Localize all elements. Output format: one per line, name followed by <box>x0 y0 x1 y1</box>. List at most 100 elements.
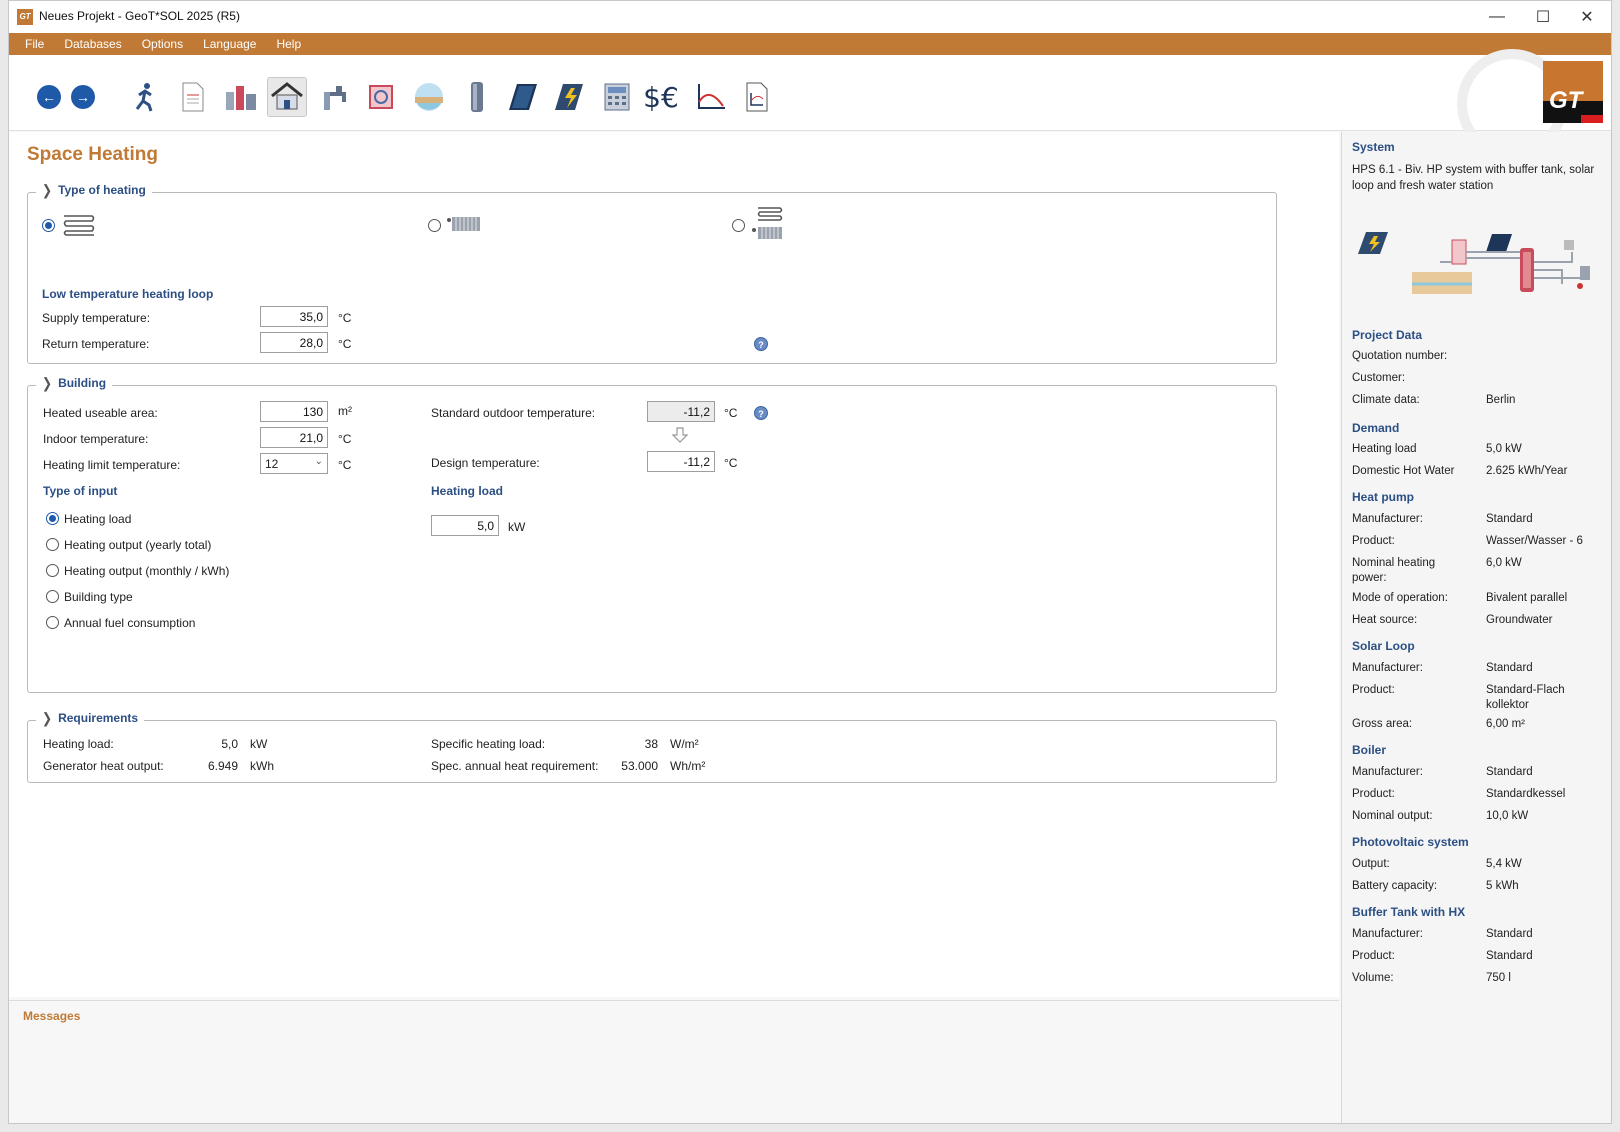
side-boiler-heading: Boiler <box>1352 743 1387 757</box>
return-temperature-input[interactable]: 28,0 <box>260 332 328 353</box>
toolbar-pv-button[interactable] <box>549 77 589 117</box>
menu-language[interactable]: Language <box>193 37 266 51</box>
outdoor-temperature-unit: °C <box>724 406 738 420</box>
input-monthly-label[interactable]: Heating output (monthly / kWh) <box>64 564 229 578</box>
side-boiler-product-label: Product: <box>1352 788 1395 800</box>
supply-temperature-input[interactable]: 35,0 <box>260 306 328 327</box>
supply-temperature-label: Supply temperature: <box>42 311 151 325</box>
heating-load-title: Heating load <box>431 484 504 498</box>
side-hp-source-value: Groundwater <box>1486 614 1553 626</box>
help-icon[interactable]: ? <box>754 406 768 420</box>
side-customer-label: Customer: <box>1352 372 1406 384</box>
toolbar-chart-button[interactable] <box>691 77 731 117</box>
summary-side-panel: System HPS 6.1 - Biv. HP system with buf… <box>1341 132 1611 1123</box>
menu-options[interactable]: Options <box>132 37 193 51</box>
input-monthly-radio[interactable] <box>46 564 59 577</box>
side-bt-product-label: Product: <box>1352 950 1395 962</box>
toolbar-hot-water-button[interactable] <box>315 77 355 117</box>
toolbar-space-heating-button[interactable] <box>267 77 307 117</box>
system-schematic-image <box>1358 232 1590 294</box>
side-boiler-output-label: Nominal output: <box>1352 810 1433 822</box>
input-heating-load-label[interactable]: Heating load <box>64 512 131 526</box>
return-temperature-label: Return temperature: <box>42 337 150 351</box>
menu-help[interactable]: Help <box>266 37 311 51</box>
req-specific-value: 38 <box>644 737 658 751</box>
chevron-right-icon: ❯ <box>42 709 53 727</box>
side-heating-load-value: 5,0 kW <box>1486 443 1522 455</box>
heating-load-input[interactable]: 5,0 <box>431 515 499 536</box>
help-icon[interactable]: ? <box>754 337 768 351</box>
toolbar-system-button[interactable] <box>125 77 165 117</box>
menu-file[interactable]: File <box>15 37 54 51</box>
input-yearly-total-label[interactable]: Heating output (yearly total) <box>64 538 211 552</box>
input-yearly-total-radio[interactable] <box>46 538 59 551</box>
design-temperature-label: Design temperature: <box>431 456 540 470</box>
toolbar-economics-button[interactable]: $€ <box>641 77 681 117</box>
side-climate-value: Berlin <box>1486 394 1516 406</box>
heating-load-unit: kW <box>508 520 526 534</box>
req-annual-value: 53.000 <box>621 759 658 773</box>
indoor-temperature-input[interactable]: 21,0 <box>260 427 328 448</box>
side-dhw-value: 2.625 kWh/Year <box>1486 465 1568 477</box>
arrow-left-icon: ← <box>37 85 61 109</box>
design-temperature-unit: °C <box>724 456 738 470</box>
requirements-legend[interactable]: ❯ Requirements <box>36 709 145 727</box>
report-icon <box>746 82 768 112</box>
heated-area-unit: m² <box>338 404 352 418</box>
side-hp-manufacturer-label: Manufacturer: <box>1352 513 1423 525</box>
type-of-heating-title: Type of heating <box>58 183 146 197</box>
floor-and-radiator-icon <box>752 207 783 239</box>
toolbar-heat-source-button[interactable] <box>409 77 449 117</box>
side-hp-power-value: 6,0 kW <box>1486 557 1522 569</box>
menu-databases[interactable]: Databases <box>54 37 131 51</box>
maximize-button[interactable]: ☐ <box>1521 3 1565 31</box>
side-buffer-heading: Buffer Tank with HX <box>1352 905 1466 919</box>
side-quotation-label: Quotation number: <box>1352 350 1448 362</box>
house-icon <box>271 82 303 110</box>
side-dhw-label: Domestic Hot Water <box>1352 465 1455 477</box>
heating-type-floor-radio[interactable] <box>42 219 55 232</box>
side-hp-mode-label: Mode of operation: <box>1352 592 1448 604</box>
toolbar-results-button[interactable] <box>597 77 637 117</box>
toolbar-heat-pump-button[interactable] <box>361 77 401 117</box>
building-legend[interactable]: ❯ Building <box>36 375 113 391</box>
heated-area-input[interactable]: 130 <box>260 401 328 422</box>
input-building-type-radio[interactable] <box>46 590 59 603</box>
building-title: Building <box>58 376 107 390</box>
close-button[interactable]: ✕ <box>1565 3 1609 31</box>
input-building-type-label[interactable]: Building type <box>64 590 133 604</box>
toolbar-project-button[interactable] <box>173 77 213 117</box>
storage-tank-icon <box>471 82 483 112</box>
type-of-heating-legend[interactable]: ❯ Type of heating <box>36 182 152 198</box>
side-sl-area-label: Gross area: <box>1352 718 1413 730</box>
side-bt-manufacturer-label: Manufacturer: <box>1352 928 1423 940</box>
input-annual-fuel-radio[interactable] <box>46 616 59 629</box>
building-group: ❯ Building Heated useable area: 130 m² I… <box>27 375 1277 693</box>
side-boiler-manufacturer-value: Standard <box>1486 766 1533 778</box>
input-heating-load-radio[interactable] <box>46 512 59 525</box>
heating-type-radiator-radio[interactable] <box>428 219 441 232</box>
minimize-button[interactable]: — <box>1475 3 1519 31</box>
curve-chart-icon <box>698 84 725 109</box>
forward-button[interactable]: → <box>63 77 103 117</box>
design-temperature-input[interactable]: -11,2 <box>647 451 715 472</box>
arrow-down-icon[interactable] <box>672 426 688 444</box>
page-title: Space Heating <box>27 144 158 165</box>
geotsol-logo: GT <box>1543 61 1603 123</box>
side-pv-output-label: Output: <box>1352 858 1390 870</box>
side-pv-output-value: 5,4 kW <box>1486 858 1522 870</box>
pv-module-icon <box>555 84 583 110</box>
toolbar-tank-button[interactable] <box>457 77 497 117</box>
side-sl-manufacturer-value: Standard <box>1486 662 1533 674</box>
heating-type-combined-radio[interactable] <box>732 219 745 232</box>
side-sl-product-label: Product: <box>1352 684 1395 696</box>
input-annual-fuel-label[interactable]: Annual fuel consumption <box>64 616 195 630</box>
toolbar-report-button[interactable] <box>737 77 777 117</box>
side-bt-manufacturer-value: Standard <box>1486 928 1533 940</box>
heating-limit-select[interactable]: 12 ⌄ <box>260 453 328 474</box>
toolbar-collector-button[interactable] <box>503 77 543 117</box>
req-specific-label: Specific heating load: <box>431 737 546 751</box>
req-specific-unit: W/m² <box>670 737 699 751</box>
type-of-input-title: Type of input <box>43 484 118 498</box>
toolbar-climate-button[interactable] <box>221 77 261 117</box>
